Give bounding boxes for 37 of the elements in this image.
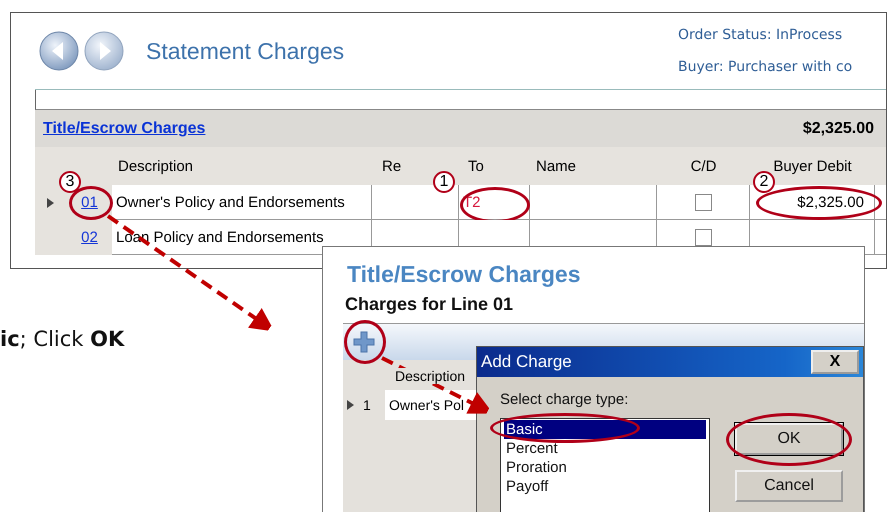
close-button[interactable]: X: [811, 350, 859, 374]
column-header: Re: [382, 158, 402, 174]
instruction-text: ic; Click OK: [0, 327, 124, 351]
order-status: Order Status: InProcess: [678, 27, 844, 43]
add-icon[interactable]: [352, 330, 376, 354]
dialog-title: Add Charge: [481, 352, 572, 372]
column-header: Description: [118, 158, 194, 174]
field-label: Select charge type:: [500, 391, 630, 408]
column-header: Name: [536, 158, 576, 174]
charge-type-list[interactable]: Basic Percent Proration Payoff: [500, 418, 710, 512]
column-header: Description: [395, 368, 466, 384]
step-number: 1: [433, 171, 455, 193]
table-cell: Owner's Policy and Endorsements: [112, 185, 372, 220]
checkbox[interactable]: [694, 194, 712, 210]
column-header: To: [468, 158, 484, 174]
forward-button[interactable]: [84, 31, 124, 71]
section-heading: Charges for Line 01: [345, 294, 514, 315]
line-link[interactable]: 02: [81, 229, 98, 246]
group-link[interactable]: Title/Escrow Charges: [43, 120, 206, 138]
list-item[interactable]: Payoff: [504, 477, 706, 496]
dialog-button[interactable]: Cancel: [735, 470, 843, 502]
list-item[interactable]: Percent: [504, 439, 706, 458]
column-header: C/D: [690, 158, 716, 174]
back-button[interactable]: [39, 31, 79, 71]
page-title: Statement Charges: [146, 38, 344, 64]
dialog-button[interactable]: OK: [735, 423, 843, 455]
column-header: Buyer Debit: [773, 158, 852, 174]
line-link[interactable]: 01: [81, 194, 98, 211]
checkbox[interactable]: [694, 228, 712, 246]
step-number: 3: [59, 171, 81, 193]
buyer-label: Buyer: Purchaser with co: [678, 59, 854, 75]
group-total: $2,325.00: [802, 120, 874, 138]
list-item[interactable]: Basic: [504, 420, 706, 439]
window-title: Title/Escrow Charges: [347, 261, 582, 288]
row-number: 1: [362, 397, 372, 413]
list-item[interactable]: Proration: [504, 458, 706, 477]
step-number: 2: [753, 171, 775, 193]
